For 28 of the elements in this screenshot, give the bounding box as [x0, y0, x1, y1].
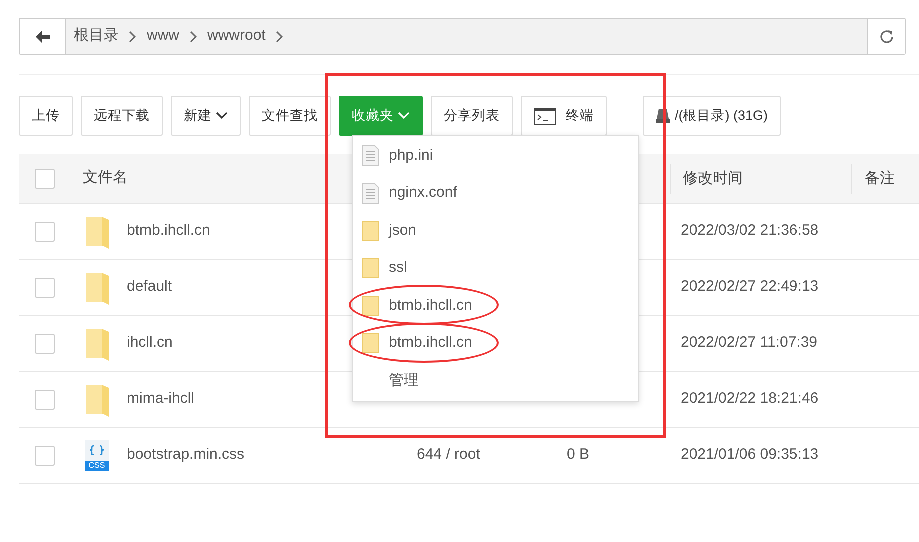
toolbar-button[interactable]: 文件查找 — [249, 96, 331, 136]
toolbar-button[interactable]: 远程下载 — [81, 96, 163, 136]
menu-item[interactable]: btmb.ihcll.cn — [353, 287, 638, 324]
breadcrumb-link[interactable]: www — [147, 25, 180, 48]
menu-item[interactable]: nginx.conf — [353, 174, 638, 212]
menu-item[interactable]: ssl — [353, 250, 638, 287]
toolbar-button[interactable]: 上传 — [19, 96, 73, 136]
toolbar-button[interactable]: 新建 — [171, 96, 241, 136]
menu-item[interactable]: 管理 — [353, 362, 638, 400]
modified-time: 2022/02/27 22:49:13 — [681, 277, 819, 298]
permission-text: 644 / root — [417, 445, 482, 466]
modified-time: 2021/01/06 09:35:13 — [681, 445, 819, 466]
modified-time: 2022/03/02 21:36:58 — [681, 221, 819, 242]
toolbar-button[interactable]: /(根目录) (31G) — [643, 96, 782, 136]
modified-time: 2022/02/27 11:07:39 — [681, 333, 818, 354]
menu-item[interactable]: btmb.ihcll.cn — [353, 324, 638, 362]
modified-time: 2021/02/22 18:21:46 — [681, 389, 819, 410]
toolbar-button[interactable]: 分享列表 — [431, 96, 513, 136]
css-file-icon: CSS — [85, 440, 109, 471]
file-name[interactable]: bootstrap.min.css — [127, 444, 417, 467]
menu-item[interactable]: php.ini — [353, 137, 638, 174]
breadcrumb-link[interactable]: 根目录 — [74, 25, 119, 48]
toolbar-button[interactable]: 终端 — [521, 96, 607, 136]
breadcrumb-link[interactable]: wwwroot — [208, 25, 266, 48]
size-text: 0 B — [567, 445, 591, 466]
menu-item[interactable]: json — [353, 212, 638, 250]
column-header[interactable]: 修改时间 — [670, 164, 851, 194]
column-header[interactable]: 备注 — [851, 164, 895, 194]
